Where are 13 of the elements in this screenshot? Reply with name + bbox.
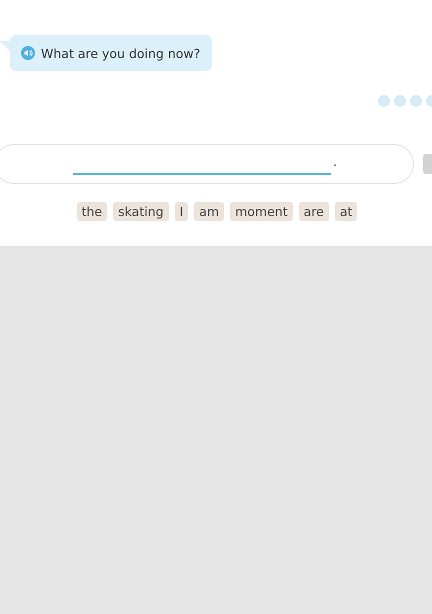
end-mark: .: [333, 155, 337, 169]
check-button[interactable]: [423, 154, 432, 174]
word-tile[interactable]: am: [194, 202, 224, 221]
word-tile[interactable]: I: [174, 202, 188, 221]
word-tile[interactable]: moment: [230, 202, 293, 221]
answer-field[interactable]: .: [0, 144, 414, 184]
word-tile[interactable]: are: [298, 202, 329, 221]
typing-dots-icon: [378, 95, 432, 107]
question-text: What are you doing now?: [41, 46, 200, 60]
speaker-icon[interactable]: [21, 46, 35, 60]
word-tile[interactable]: at: [334, 202, 358, 221]
word-tile[interactable]: skating: [113, 202, 169, 221]
word-tile[interactable]: the: [76, 202, 108, 221]
